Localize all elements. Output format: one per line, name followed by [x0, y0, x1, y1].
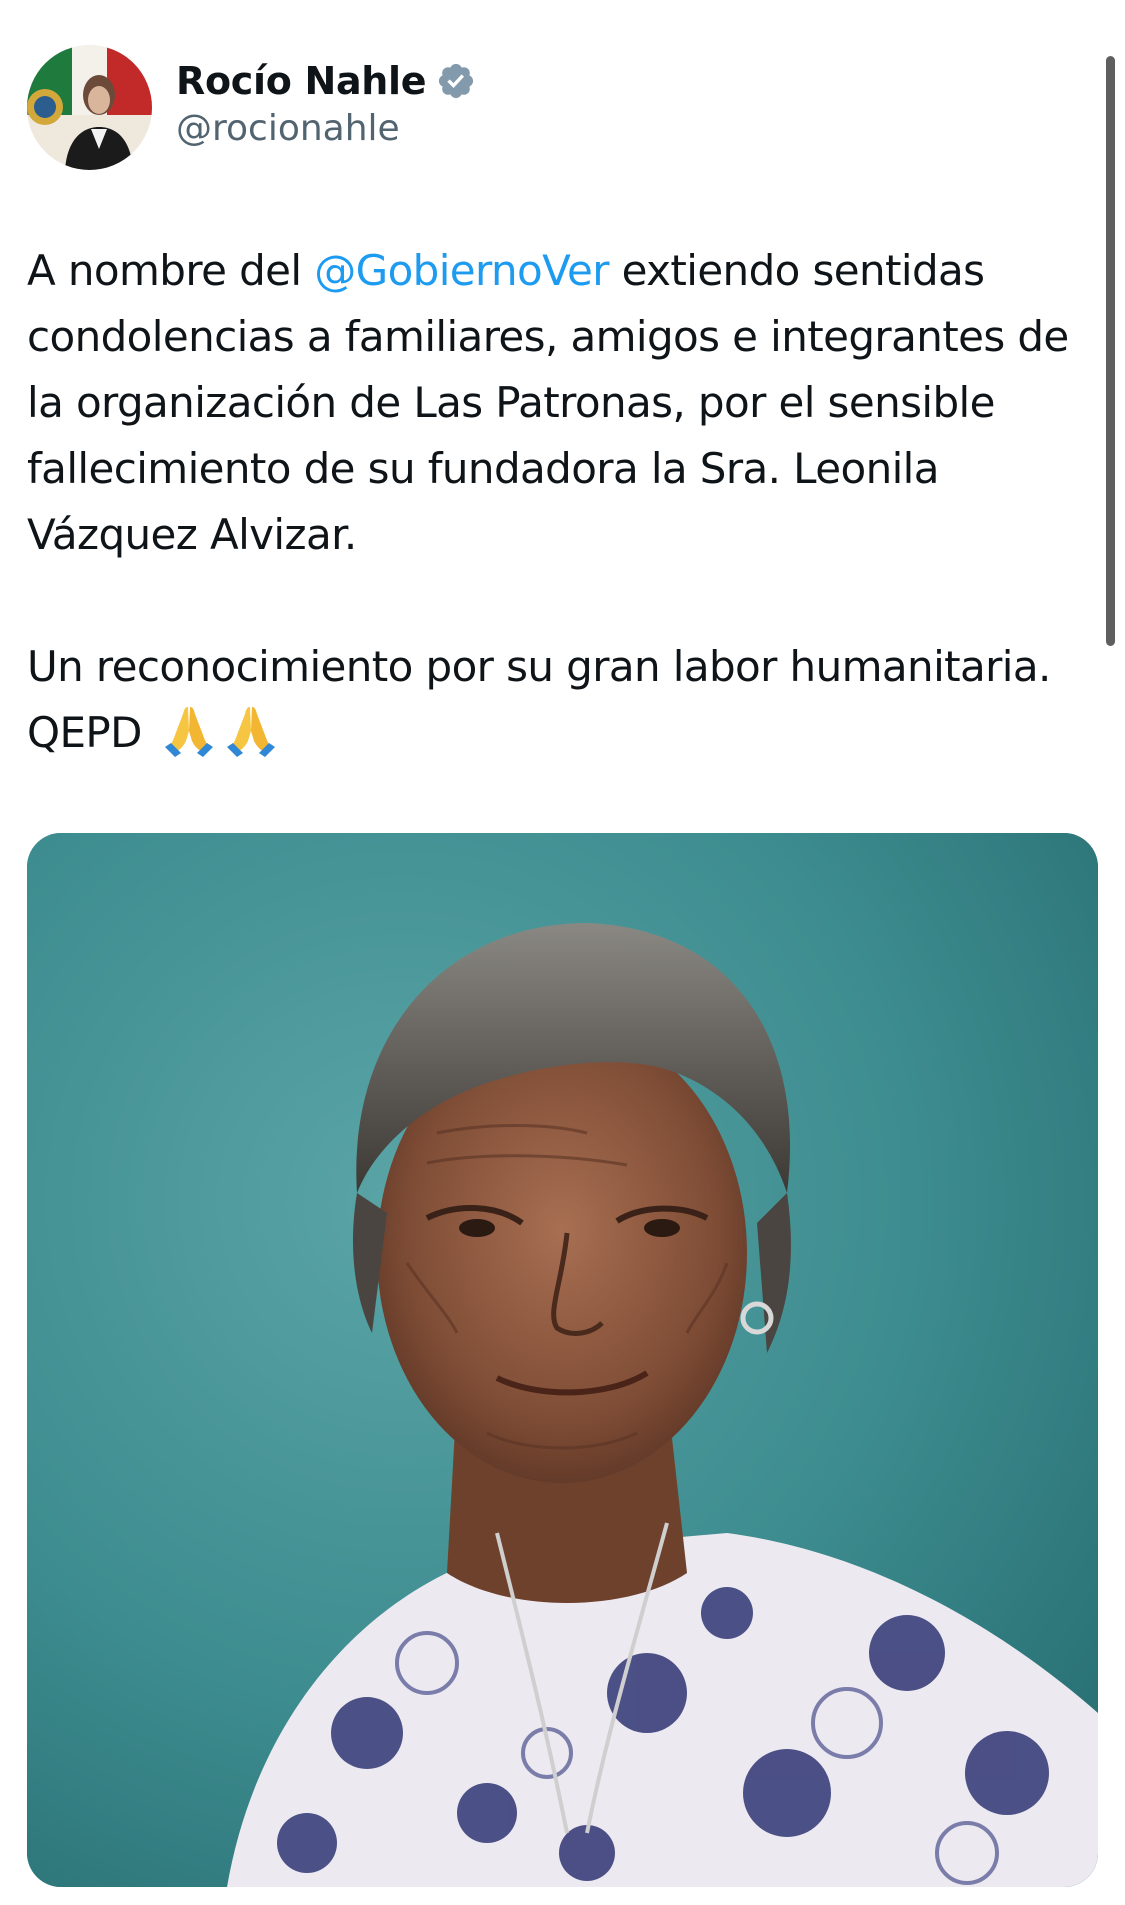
tweet-paragraph-2: Un reconocimiento por su gran labor huma… [27, 634, 1097, 766]
folded-hands-icon [223, 701, 279, 757]
tweet-paragraph-1: A nombre del @GobiernoVer extiendo senti… [27, 238, 1097, 568]
mention-link[interactable]: @GobiernoVer [314, 246, 609, 295]
tweet-text-part1: A nombre del [27, 246, 315, 295]
avatar-photo [27, 45, 152, 170]
tweet[interactable]: Rocío Nahle @rocionahle A nombre del @Go… [0, 0, 1125, 1905]
verified-badge-icon [436, 61, 476, 101]
tweet-text: A nombre del @GobiernoVer extiendo senti… [27, 238, 1097, 766]
tweet-text-part3: Un reconocimiento por su gran labor huma… [27, 642, 1051, 691]
portrait-photo [27, 833, 1098, 1887]
author-name-row[interactable]: Rocío Nahle [176, 56, 476, 106]
avatar[interactable] [27, 45, 152, 170]
scrollbar[interactable] [1106, 56, 1115, 646]
tweet-photo[interactable] [27, 833, 1098, 1887]
folded-hands-icon [161, 701, 217, 757]
author-display-name[interactable]: Rocío Nahle [176, 59, 427, 103]
author-handle[interactable]: @rocionahle [176, 108, 400, 149]
tweet-text-part4: QEPD [27, 708, 142, 757]
